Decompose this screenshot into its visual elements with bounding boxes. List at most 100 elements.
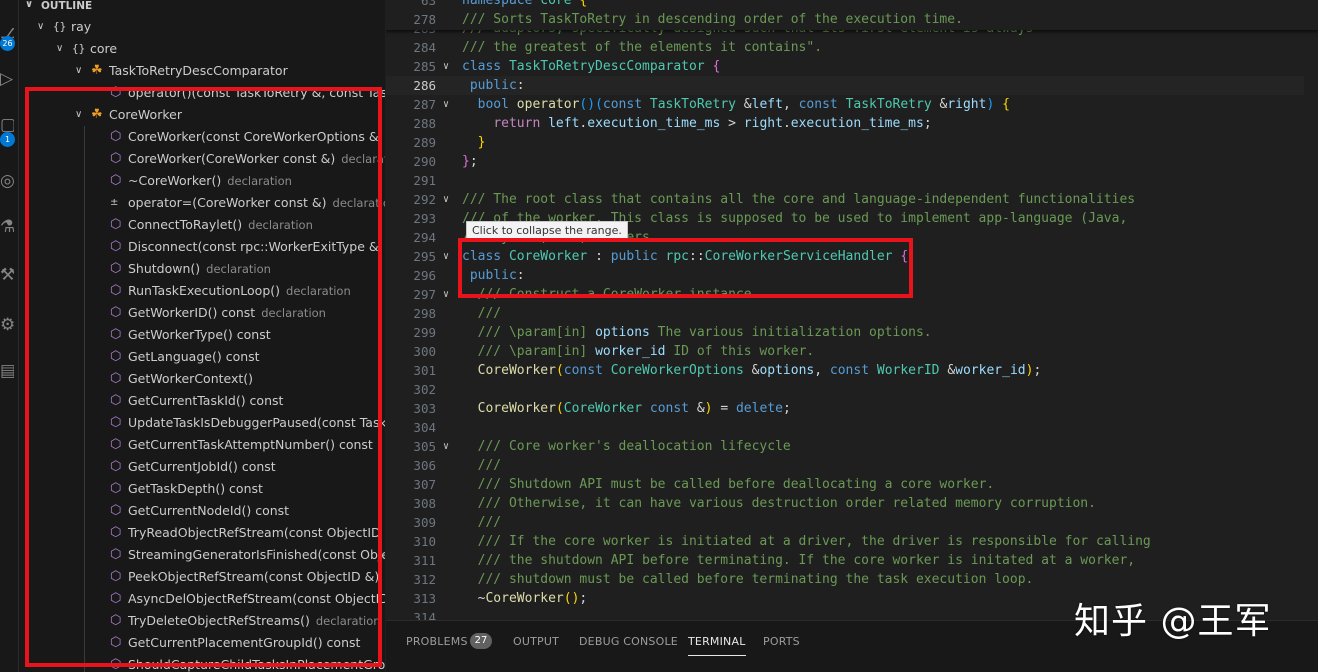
code-line[interactable]: 300 /// \param[in] worker_id ID of this … [386,342,1318,361]
outline-title: OUTLINE [41,0,93,12]
code-text: /// shutdown must be called before termi… [477,572,1034,587]
code-line[interactable]: 285 ∨ class TaskToRetryDescComparator { [386,57,1318,76]
outline-item[interactable]: ∨ ☘ TaskToRetryDescComparator [19,60,385,82]
code-line[interactable]: 288 return left.execution_time_ms > righ… [386,114,1318,133]
line-number: 284 [413,40,436,55]
code-line[interactable]: 309 /// [386,513,1318,532]
outline-item[interactable]: ∨ {} core [19,38,385,60]
line-number: 286 [413,78,436,93]
line-number: 287 [413,97,436,112]
code-line[interactable]: 305 ∨ /// Core worker's deallocation life… [386,437,1318,456]
tab-output[interactable]: OUTPUT [513,635,559,648]
line-number: 299 [413,325,436,340]
outline-item-label: TaskToRetryDescComparator [109,60,288,82]
code-line[interactable]: 278 /// Sorts TaskToRetry in descending o… [386,10,1318,29]
fold-chevron-icon[interactable]: ∨ [443,285,449,304]
line-number: 63 [420,0,436,8]
line-number: 306 [413,458,436,473]
line-number: 292 [413,192,436,207]
tab-problems[interactable]: PROBLEMS [406,635,468,648]
fold-chevron-icon[interactable]: ∨ [443,247,449,266]
namespace-icon: {} [53,20,67,33]
code-line[interactable]: 298 /// [386,304,1318,323]
chat-icon[interactable]: ▤ [0,360,14,382]
code-line[interactable]: 306 /// [386,456,1318,475]
fold-chevron-icon[interactable]: ∨ [443,190,449,209]
line-number: 285 [413,59,436,74]
problems-count-badge: 27 [470,633,492,649]
sticky-scroll-header[interactable]: 63 namespace core {278 /// Sorts TaskToRet… [386,0,1318,30]
chevron-down-icon[interactable]: ∨ [56,38,63,60]
line-number: 309 [413,515,436,530]
gear-icon[interactable]: ⚙ [0,314,14,336]
fold-chevron-icon[interactable]: ∨ [443,95,449,114]
fold-chevron-icon[interactable]: ∨ [443,437,449,456]
class-icon: ☘ [91,63,103,78]
code-text: } [477,135,486,150]
code-line[interactable]: 286 public: [386,76,1318,95]
line-number: 298 [413,306,436,321]
line-number: 303 [413,401,436,416]
code-line[interactable]: 302 [386,380,1318,399]
vscode-window: ⎇ 26 ▷ ▢ 1 ◎ ⚗ ⚒ ⚙ ▤ ∨ OUTLINE ∨ {} ray ∨ {}… [0,0,1318,672]
code-line[interactable]: 292 ∨ /// The root class that contains all… [386,190,1318,209]
line-number: 288 [413,116,436,131]
code-text: CoreWorker(const CoreWorkerOptions &opti… [477,363,1042,378]
code-editor[interactable]: 283/// adaptors, specifically designed s… [386,0,1318,620]
code-text: /// Core worker's deallocation lifecycle [477,439,791,454]
testing-icon[interactable]: ⚗ [0,216,14,238]
remote-explorer-icon[interactable]: ◎ [0,170,14,192]
code-text: /// Sorts TaskToRetry in descending orde… [462,12,963,27]
docker-icon[interactable]: ⚒ [0,264,14,286]
fold-chevron-icon[interactable]: ∨ [443,57,449,76]
outline-header[interactable]: ∨ OUTLINE [19,0,385,13]
tab-ports[interactable]: PORTS [763,635,800,648]
activity-bar: ⎇ 26 ▷ ▢ 1 ◎ ⚗ ⚒ ⚙ ▤ [0,0,19,672]
symbol-name: core [90,41,118,56]
run-debug-icon[interactable]: ▷ [0,68,14,90]
line-number: 311 [413,553,436,568]
chevron-down-icon[interactable]: ∨ [37,16,44,38]
code-text: return left.execution_time_ms > right.ex… [493,116,932,131]
line-number: 307 [413,477,436,492]
line-number: 289 [413,135,436,150]
code-text: /// \param[in] options The various initi… [477,325,932,340]
outline-item[interactable]: ∨ {} ray [19,16,385,38]
line-number: 313 [413,591,436,606]
line-number: 297 [413,287,436,302]
line-number: 310 [413,534,436,549]
tab-debug-console[interactable]: DEBUG CONSOLE [579,635,678,648]
code-text: /// \param[in] worker_id ID of this work… [477,344,815,359]
code-text: /// the greatest of the elements it cont… [462,40,823,55]
code-line[interactable]: 310 /// If the core worker is initiated … [386,532,1318,551]
code-line[interactable]: 301 CoreWorker(const CoreWorkerOptions &… [386,361,1318,380]
code-line[interactable]: 304 [386,418,1318,437]
namespace-icon: {} [72,42,86,55]
code-line[interactable]: 303 CoreWorker(CoreWorker const &) = del… [386,399,1318,418]
code-line[interactable]: 290}; [386,152,1318,171]
line-number: 312 [413,572,436,587]
outline-item-label: core [90,38,117,60]
code-line[interactable]: 291 [386,171,1318,190]
code-text: /// The root class that contains all the… [462,192,1136,207]
line-number: 296 [413,268,436,283]
code-text: CoreWorker(CoreWorker const &) = delete; [477,401,791,416]
code-line[interactable]: 284 /// the greatest of the elements it c… [386,38,1318,57]
line-number: 294 [413,230,436,245]
code-text: bool operator()(const TaskToRetry &left,… [477,97,1010,112]
tab-terminal[interactable]: TERMINAL [688,635,746,656]
line-number: 290 [413,154,436,169]
code-line[interactable]: 312 /// shutdown must be called before t… [386,570,1318,589]
line-number: 301 [413,363,436,378]
code-line[interactable]: 299 /// \param[in] options The various i… [386,323,1318,342]
code-line[interactable]: 308 /// Otherwise, it can have various d… [386,494,1318,513]
code-text: class TaskToRetryDescComparator { [462,59,721,74]
code-line[interactable]: 63 namespace core { [386,0,1318,10]
code-line[interactable]: 307 /// Shutdown API must be called befo… [386,475,1318,494]
code-line[interactable]: 311 /// the shutdown API before terminat… [386,551,1318,570]
code-line[interactable]: 289 } [386,133,1318,152]
code-text: /// Shutdown API must be called before d… [477,477,995,492]
editor-scrollbar[interactable] [1304,30,1318,620]
code-line[interactable]: 287 ∨ bool operator()(const TaskToRetry &… [386,95,1318,114]
chevron-down-icon[interactable]: ∨ [75,60,82,82]
